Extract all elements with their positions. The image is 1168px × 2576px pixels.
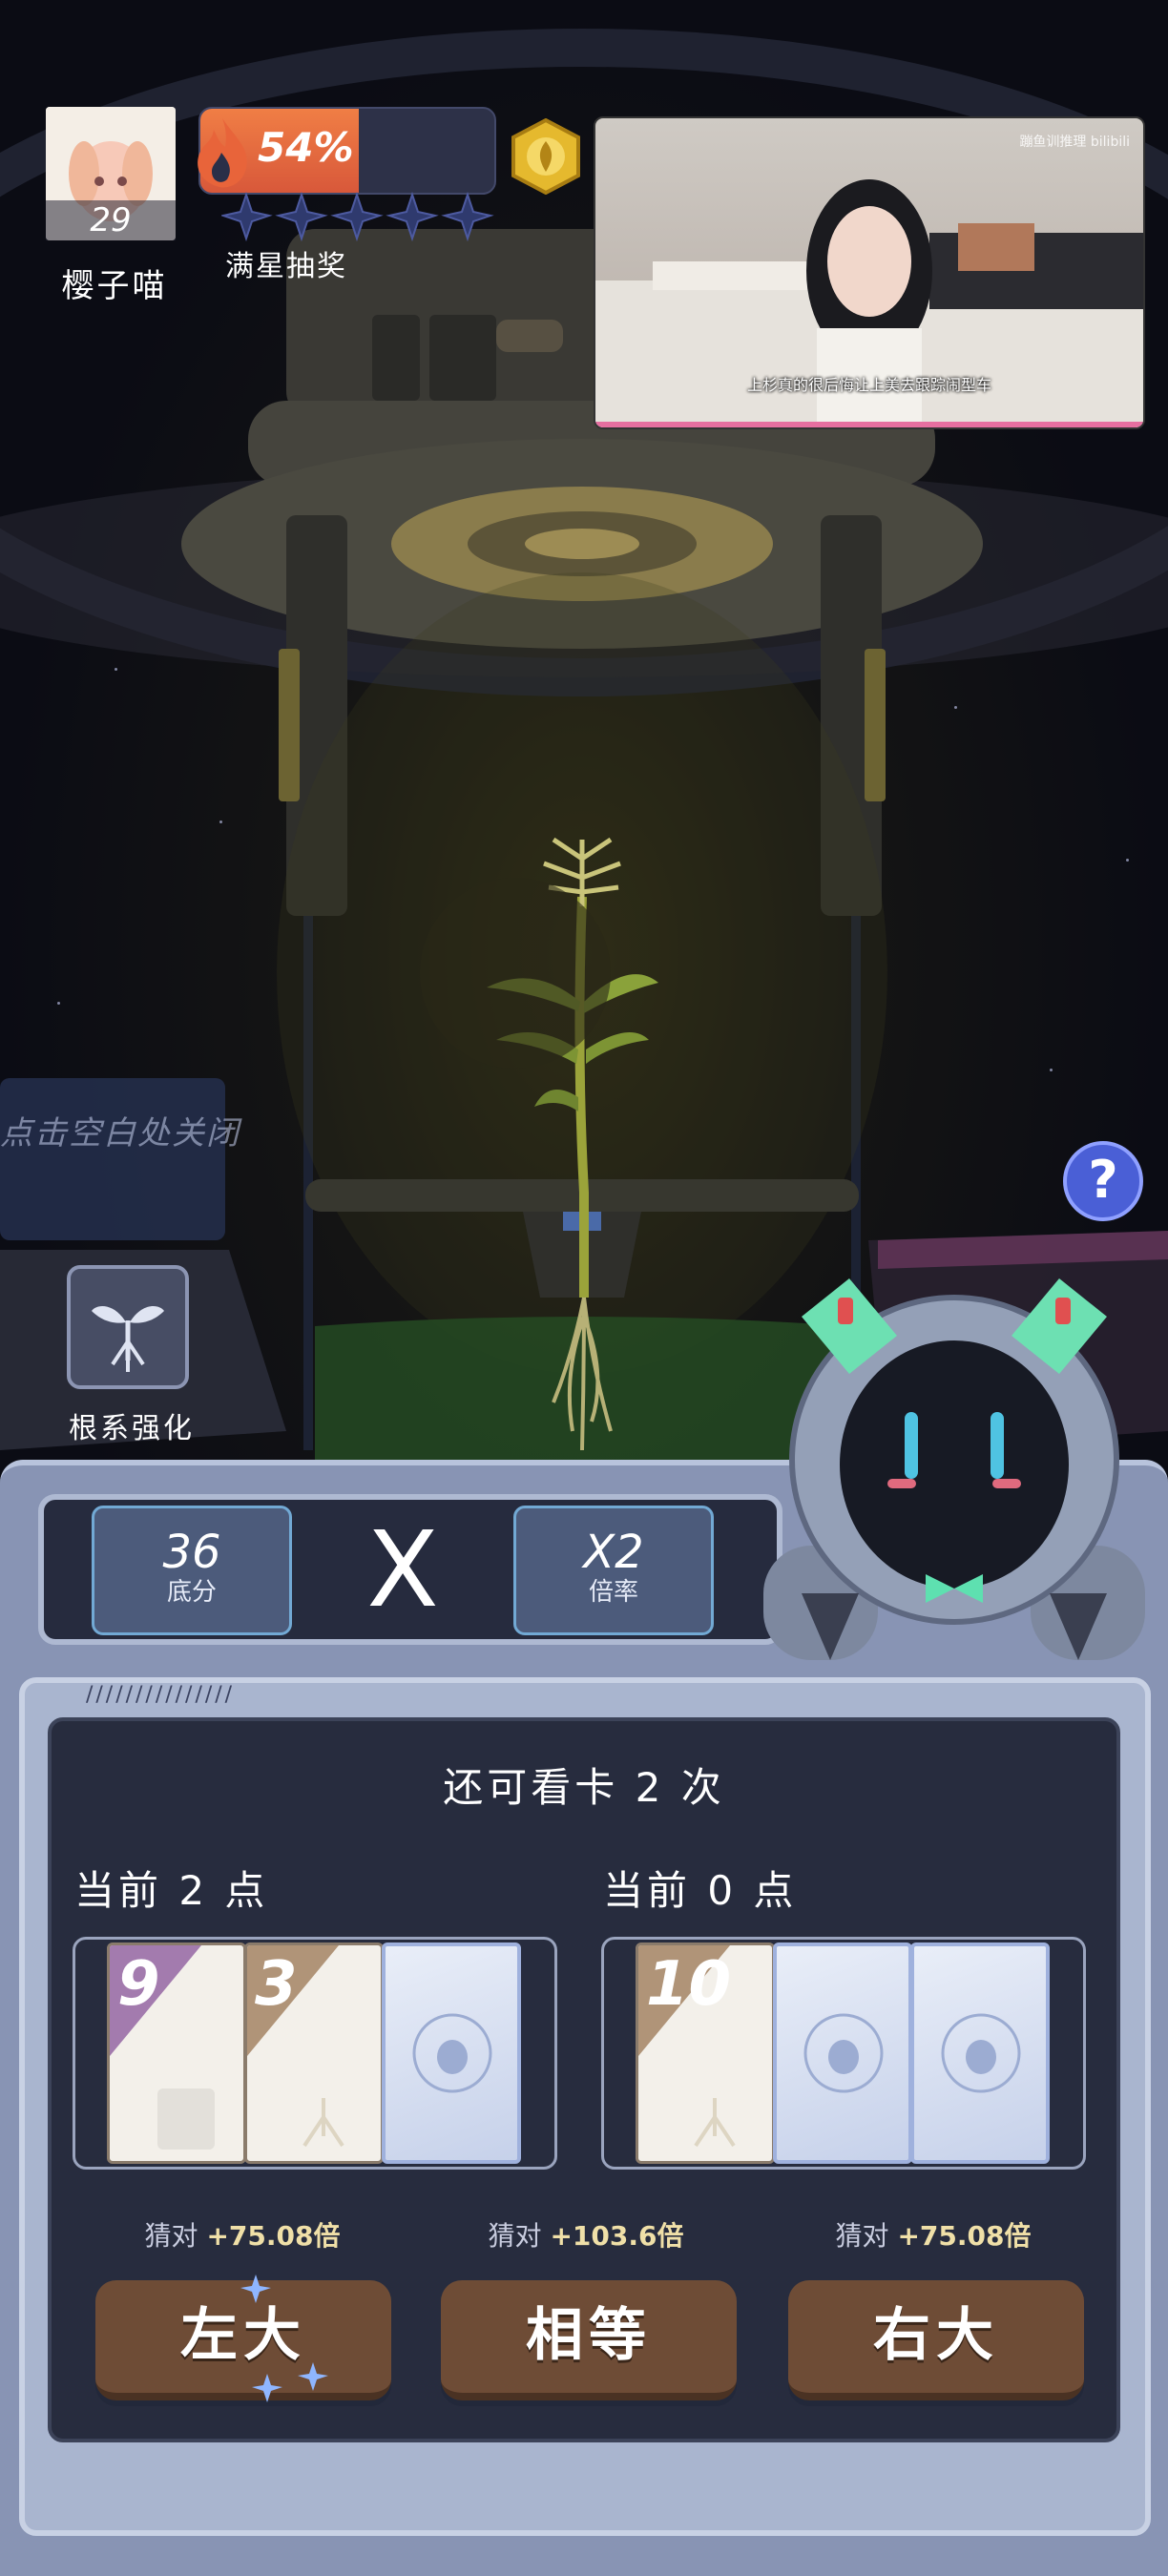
panel-stripes: / / / / / / / / / / / / / / /	[86, 1683, 232, 1707]
multiplier-label: 倍率	[588, 1578, 638, 1607]
bonus-value: +75.08倍	[206, 2220, 341, 2252]
bonus-prefix: 猜对	[835, 2220, 889, 2252]
card-back-icon	[803, 2013, 884, 2093]
multiplier-box: X2 倍率	[513, 1506, 714, 1635]
sparkle-icon	[240, 2275, 328, 2402]
base-score-box: 36 底分	[92, 1506, 292, 1635]
right-card-3-hidden[interactable]	[910, 1942, 1050, 2164]
left-card-2: 3	[244, 1942, 384, 2164]
left-card-1: 9	[107, 1942, 246, 2164]
left-bonus: 猜对 +75.08倍	[118, 2215, 366, 2254]
multiplier-value: X2	[583, 1526, 644, 1579]
root-boost-label: 根系强化	[69, 1412, 195, 1445]
video-subtitle: 上杉真的很后悔让上美去跟踪闹型车	[746, 376, 991, 394]
card-value: 10	[646, 1949, 732, 2020]
medal-icon[interactable]	[508, 118, 584, 195]
views-left-text: 还可看卡 2 次	[443, 1764, 725, 1811]
base-score-label: 底分	[166, 1578, 217, 1607]
streamer-video[interactable]: 蹦鱼训推理 bilibili 上杉真的很后悔让上美去跟踪闹型车	[594, 116, 1145, 429]
flame-icon	[198, 118, 247, 188]
star-rating-row	[221, 191, 494, 242]
base-score-value: 36	[162, 1526, 221, 1579]
bonus-prefix: 猜对	[488, 2220, 542, 2252]
bonus-value: +75.08倍	[897, 2220, 1032, 2252]
card-value: 9	[117, 1949, 160, 2020]
sprout-icon	[92, 1306, 164, 1372]
player-level: 29	[46, 200, 176, 240]
close-hint: 点击空白处关闭	[0, 1114, 240, 1153]
right-card-2-hidden[interactable]	[773, 1942, 912, 2164]
root-boost-button[interactable]	[67, 1265, 189, 1389]
right-bigger-button[interactable]: 右大	[788, 2280, 1084, 2400]
robot-mascot	[763, 1278, 1145, 1660]
left-hand-points: 当前 2 点	[74, 1867, 269, 1914]
equal-button[interactable]: 相等	[441, 2280, 737, 2400]
left-card-3-hidden[interactable]	[382, 1942, 521, 2164]
progress-percent: 54%	[258, 124, 354, 171]
right-bonus: 猜对 +75.08倍	[809, 2215, 1057, 2254]
video-progress	[595, 422, 1143, 427]
bonus-prefix: 猜对	[144, 2220, 198, 2252]
star-lottery-label[interactable]: 满星抽奖	[225, 242, 347, 284]
card-back-icon	[941, 2013, 1021, 2093]
equal-bonus: 猜对 +103.6倍	[462, 2215, 710, 2254]
bonus-value: +103.6倍	[550, 2220, 684, 2252]
right-card-1: 10	[636, 1942, 775, 2164]
right-hand-points: 当前 0 点	[603, 1867, 798, 1914]
video-watermark: 蹦鱼训推理 bilibili	[1019, 135, 1130, 150]
card-back-icon	[412, 2013, 492, 2093]
help-button[interactable]: ?	[1063, 1141, 1143, 1221]
times-sign: X	[366, 1508, 439, 1631]
player-name: 樱子喵	[61, 267, 168, 305]
card-value: 3	[255, 1949, 298, 2020]
